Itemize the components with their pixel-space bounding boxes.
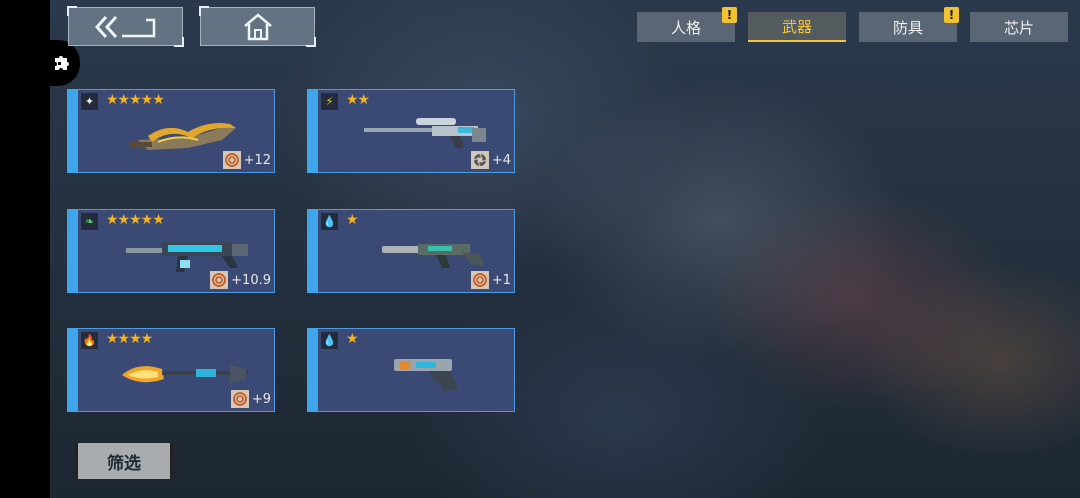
tab-label: 防具 bbox=[892, 18, 923, 37]
upgrade-value: +1 bbox=[491, 272, 511, 288]
back-button[interactable] bbox=[67, 6, 184, 47]
wind-element-icon: ❧ bbox=[81, 213, 98, 230]
alert-badge: ! bbox=[944, 7, 959, 23]
double-chevron-left-icon bbox=[94, 15, 155, 38]
tab-label: 武器 bbox=[781, 17, 812, 36]
water-element-icon: 💧 bbox=[321, 332, 338, 349]
tab-armor[interactable]: 防具 ! bbox=[859, 7, 959, 42]
left-bezel bbox=[0, 0, 50, 498]
upgrade-value: +9 bbox=[251, 391, 271, 407]
puzzle-tab[interactable] bbox=[44, 40, 80, 86]
star-rating: ★★★★★ bbox=[106, 92, 165, 108]
weapon-card[interactable]: ✦ ★★★★★ +12 bbox=[67, 89, 275, 173]
alert-badge: ! bbox=[722, 7, 737, 23]
tab-label: 人格 bbox=[670, 18, 701, 37]
light-element-icon: ✦ bbox=[81, 93, 98, 110]
filter-button[interactable]: 筛选 bbox=[75, 443, 173, 479]
upgrade-level: +9 bbox=[230, 390, 271, 408]
weapon-card[interactable]: ⚡ ★★ +4 bbox=[307, 89, 515, 173]
weapon-card[interactable]: 🔥 ★★★★ +9 bbox=[67, 328, 275, 412]
lightning-element-icon: ⚡ bbox=[321, 93, 338, 110]
fire-element-icon: 🔥 bbox=[81, 332, 98, 349]
weapon-card[interactable]: 💧 ★ bbox=[307, 328, 515, 412]
upgrade-value: +4 bbox=[491, 152, 511, 168]
aperture-icon bbox=[470, 151, 489, 169]
weapon-card[interactable]: ❧ ★★★★★ +10.9 bbox=[67, 209, 275, 293]
sniper-rifle-icon bbox=[364, 118, 486, 148]
puzzle-icon bbox=[55, 56, 69, 70]
star-rating: ★★ bbox=[346, 92, 370, 108]
upgrade-value: +12 bbox=[243, 152, 271, 168]
game-screen: 人格 ! 武器 防具 ! 芯片 ✦ ★★★★★ +12 ⚡ ★★ +4 ❧ ★★… bbox=[0, 0, 1080, 498]
star-rating: ★ bbox=[346, 212, 359, 228]
spiral-icon bbox=[230, 390, 249, 408]
rarity-stripe bbox=[67, 209, 78, 293]
shotgun-icon bbox=[382, 244, 484, 268]
upgrade-value: +10.9 bbox=[231, 272, 271, 288]
rarity-stripe bbox=[307, 328, 318, 412]
weapon-card[interactable]: 💧 ★ +1 bbox=[307, 209, 515, 293]
rarity-stripe bbox=[67, 328, 78, 412]
upgrade-level: +10.9 bbox=[210, 271, 271, 289]
star-rating: ★ bbox=[346, 331, 359, 347]
water-element-icon: 💧 bbox=[321, 213, 338, 230]
upgrade-level: +1 bbox=[470, 271, 511, 289]
star-rating: ★★★★★ bbox=[106, 212, 165, 228]
rarity-stripe bbox=[307, 209, 318, 293]
tab-chips[interactable]: 芯片 bbox=[970, 12, 1068, 42]
assault-rifle-icon bbox=[126, 242, 248, 272]
spiral-icon bbox=[210, 271, 229, 289]
flame-staff-icon bbox=[122, 365, 248, 383]
tab-weapons[interactable]: 武器 bbox=[748, 12, 846, 42]
blade-weapon-icon bbox=[130, 123, 236, 150]
rarity-stripe bbox=[67, 89, 78, 173]
tab-personality[interactable]: 人格 ! bbox=[637, 7, 737, 42]
spiral-icon bbox=[470, 271, 489, 289]
spiral-icon bbox=[222, 151, 241, 169]
home-button[interactable] bbox=[199, 6, 316, 47]
star-rating: ★★★★ bbox=[106, 331, 153, 347]
rarity-stripe bbox=[307, 89, 318, 173]
home-icon bbox=[243, 12, 272, 40]
pistol-icon bbox=[394, 359, 458, 391]
tab-label: 芯片 bbox=[1003, 18, 1034, 37]
upgrade-level: +4 bbox=[470, 151, 511, 169]
upgrade-level: +12 bbox=[222, 151, 271, 169]
